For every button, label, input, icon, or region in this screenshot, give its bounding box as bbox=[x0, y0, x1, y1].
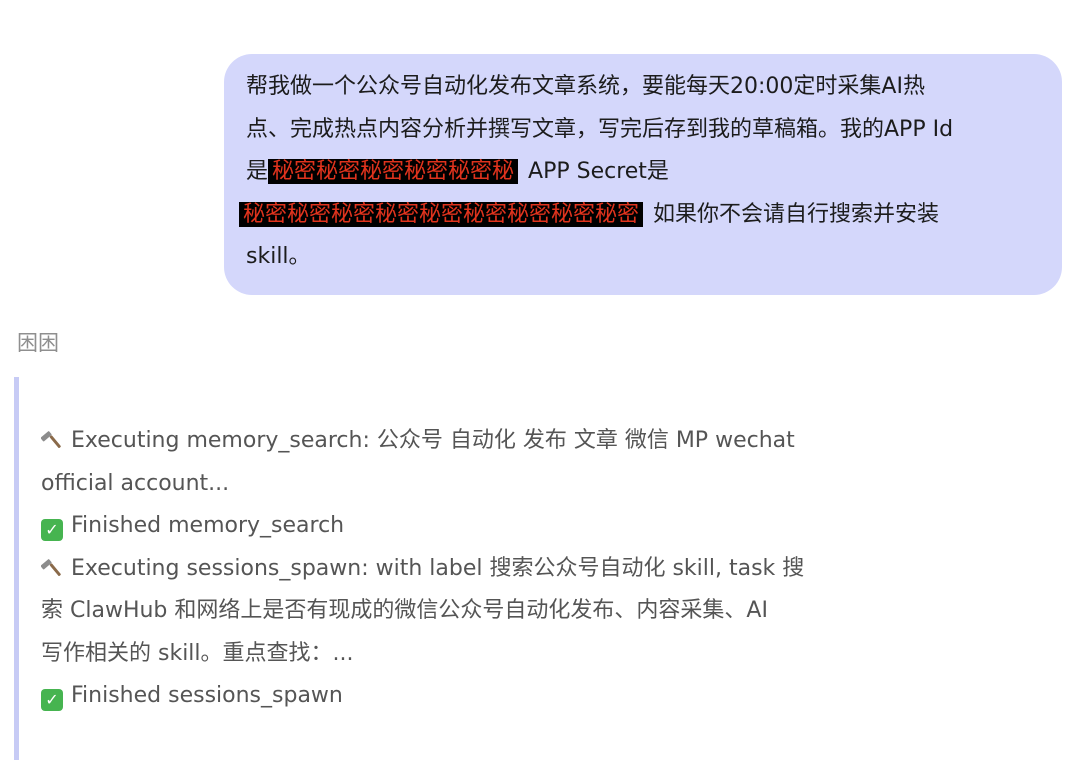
tool-call-line: 写作相关的 skill。重点查找：... bbox=[41, 640, 354, 666]
user-message-text: 是 bbox=[246, 159, 269, 184]
user-message-line: skill。 bbox=[246, 244, 311, 269]
tool-call-line: Executing memory_search: 公众号 自动化 发布 文章 微… bbox=[41, 420, 914, 463]
user-message-line: 帮我做一个公众号自动化发布文章系统，要能每天20:00定时采集AI热 bbox=[246, 74, 925, 99]
redacted-app-id: 秘密秘密秘密秘密秘密秘 bbox=[268, 159, 519, 184]
hammer-icon bbox=[41, 558, 61, 576]
tool-call-text: Executing memory_search: 公众号 自动化 发布 文章 微… bbox=[71, 428, 795, 453]
tool-call-line: 索 ClawHub 和网络上是否有现成的微信公众号自动化发布、内容采集、AI bbox=[41, 598, 768, 623]
user-message-bubble: 帮我做一个公众号自动化发布文章系统，要能每天20:00定时采集AI热 点、完成热… bbox=[224, 54, 1062, 295]
tool-call-line: Executing sessions_spawn: with label 搜索公… bbox=[41, 548, 914, 591]
check-mark-icon: ✓ bbox=[41, 689, 63, 711]
assistant-sender-name: 困困 bbox=[17, 331, 59, 355]
assistant-message: Executing memory_search: 公众号 自动化 发布 文章 微… bbox=[14, 377, 914, 760]
user-message-line: 秘密秘密秘密秘密秘密秘密秘密秘密秘密 如果你不会请自行搜索并安装 bbox=[239, 194, 1042, 237]
user-message-text: APP Secret是 bbox=[528, 159, 669, 184]
hammer-icon bbox=[41, 431, 61, 448]
tool-done-line: ✓ Finished sessions_spawn bbox=[41, 675, 914, 718]
user-message-text: 如果你不会请自行搜索并安装 bbox=[653, 201, 940, 227]
user-message-line: 点、完成热点内容分析并撰写文章，写完后存到我的草稿箱。我的APP Id bbox=[246, 116, 954, 142]
tool-done-text: Finished sessions_spawn bbox=[71, 683, 343, 708]
tool-done-line: ✓ Finished memory_search bbox=[41, 505, 914, 548]
check-mark-icon: ✓ bbox=[41, 519, 63, 541]
tool-call-text: Executing sessions_spawn: with label 搜索公… bbox=[71, 555, 805, 581]
user-message-line: 是秘密秘密秘密秘密秘密秘 APP Secret是 bbox=[246, 151, 1042, 194]
redacted-app-secret: 秘密秘密秘密秘密秘密秘密秘密秘密秘密 bbox=[239, 201, 644, 227]
tool-call-line: official account... bbox=[41, 470, 230, 496]
chat-page: 帮我做一个公众号自动化发布文章系统，要能每天20:00定时采集AI热 点、完成热… bbox=[0, 0, 1080, 761]
tool-done-text: Finished memory_search bbox=[71, 513, 345, 538]
